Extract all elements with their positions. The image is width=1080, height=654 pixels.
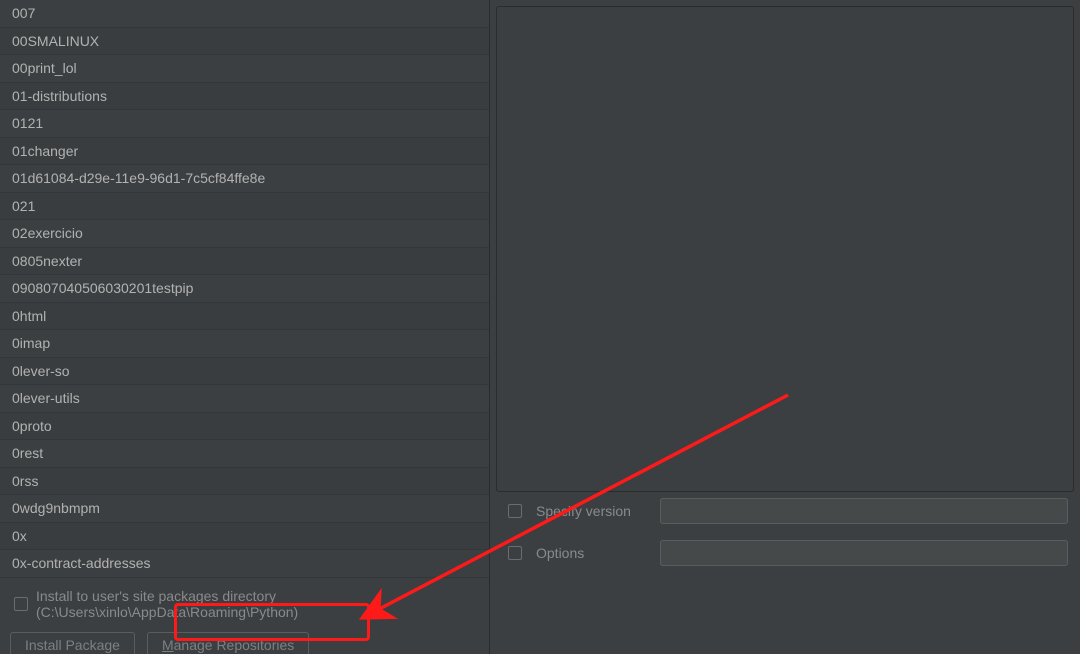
left-panel: 007 00SMALINUX 00print_lol 01-distributions… [0,0,490,654]
package-name: 00SMALINUX [12,33,99,49]
package-name: 00print_lol [12,60,77,76]
package-name: 0wdg9nbmpm [12,500,100,516]
package-name: 01-distributions [12,88,107,104]
package-row[interactable]: 01d61084-d29e-11e9-96d1-7c5cf84ffe8e [0,165,489,193]
package-row[interactable]: 0121 [0,110,489,138]
package-name: 0x [12,528,27,544]
package-name: 0imap [12,335,50,351]
package-row[interactable]: 01-distributions [0,83,489,111]
right-panel: Specify version Options [490,0,1080,654]
package-row[interactable]: 0rest [0,440,489,468]
package-name: 0proto [12,418,52,434]
package-name: 02exercicio [12,225,83,241]
install-package-label: Install Package [25,637,120,653]
package-row[interactable]: 0805nexter [0,248,489,276]
package-row[interactable]: 0proto [0,413,489,441]
package-name: 090807040506030201testpip [12,280,193,296]
install-to-user-site-label: Install to user's site packages director… [36,588,479,620]
package-row[interactable]: 0x [0,523,489,551]
package-name: 0805nexter [12,253,82,269]
package-name: 0x-contract-addresses [12,555,151,571]
package-row[interactable]: 0imap [0,330,489,358]
package-name: 007 [12,5,35,21]
options-field[interactable] [660,540,1068,566]
package-row[interactable]: 0lever-so [0,358,489,386]
package-row[interactable]: 0html [0,303,489,331]
package-row[interactable]: 090807040506030201testpip [0,275,489,303]
install-to-user-site-row[interactable]: Install to user's site packages director… [14,588,479,620]
package-name: 0rss [12,473,38,489]
package-list[interactable]: 007 00SMALINUX 00print_lol 01-distributions… [0,0,489,578]
manage-repositories-button[interactable]: Manage Repositories [147,632,309,654]
specify-version-row: Specify version [508,498,1068,524]
package-name: 0rest [12,445,43,461]
package-name: 0lever-so [12,363,70,379]
package-row[interactable]: 0rss [0,468,489,496]
options-row: Options [508,540,1068,566]
package-row[interactable]: 021 [0,193,489,221]
manage-repositories-rest: anage Repositories [174,637,295,653]
package-name: 0html [12,308,46,324]
package-name: 01changer [12,143,78,159]
package-row[interactable]: 0x-contract-addresses [0,550,489,578]
package-row[interactable]: 01changer [0,138,489,166]
checkbox-icon[interactable] [14,597,28,611]
package-name: 01d61084-d29e-11e9-96d1-7c5cf84ffe8e [12,170,265,186]
left-bottom: Install to user's site packages director… [0,578,489,654]
package-row[interactable]: 007 [0,0,489,28]
options-label: Options [536,545,646,561]
specify-version-checkbox[interactable] [508,504,522,518]
package-row[interactable]: 00SMALINUX [0,28,489,56]
manage-repositories-mnemonic: M [162,637,174,653]
specify-version-label: Specify version [536,503,646,519]
package-name: 021 [12,198,35,214]
package-name: 0121 [12,115,43,131]
package-row[interactable]: 00print_lol [0,55,489,83]
package-row[interactable]: 02exercicio [0,220,489,248]
specify-version-field[interactable] [660,498,1068,524]
install-package-button[interactable]: Install Package [10,632,135,654]
buttons-row: Install Package Manage Repositories [10,632,479,654]
package-row[interactable]: 0lever-utils [0,385,489,413]
package-name: 0lever-utils [12,390,80,406]
options-checkbox[interactable] [508,546,522,560]
package-row[interactable]: 0wdg9nbmpm [0,495,489,523]
package-detail-region [496,6,1074,492]
